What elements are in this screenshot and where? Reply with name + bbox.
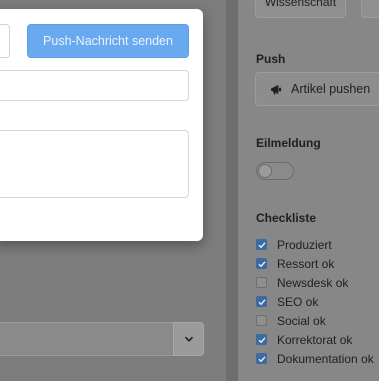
checklist-item[interactable]: SEO ok — [256, 292, 374, 311]
checklist-item-label: Ressort ok — [277, 256, 335, 271]
push-article-button[interactable]: Artikel pushen — [255, 72, 379, 106]
checkbox-checked[interactable] — [256, 334, 267, 345]
checklist-item-label: SEO ok — [277, 294, 319, 309]
toggle-knob — [258, 164, 272, 178]
checkbox-unchecked[interactable] — [256, 315, 267, 326]
checkmark-icon — [258, 241, 266, 248]
chevron-down-icon — [184, 336, 193, 342]
checkbox-checked[interactable] — [256, 353, 267, 364]
checkmark-icon — [258, 355, 266, 362]
checkbox-checked[interactable] — [256, 296, 267, 307]
checklist-item[interactable]: Korrektorat ok — [256, 330, 374, 349]
checkbox-checked[interactable] — [256, 239, 267, 250]
checklist-item-label: Social ok — [277, 313, 326, 328]
section-secondary-button[interactable] — [361, 0, 379, 18]
checklist: Produziert Ressort ok Newsdesk ok SEO ok Soc… — [256, 235, 374, 368]
checkmark-icon — [258, 298, 266, 305]
checklist-item-label: Produziert — [277, 237, 332, 252]
checklist-item[interactable]: Social ok — [256, 311, 374, 330]
checklist-item[interactable]: Ressort ok — [256, 254, 374, 273]
cancel-button[interactable] — [0, 24, 10, 58]
column-gutter — [226, 0, 238, 381]
checklist-item[interactable]: Dokumentation ok — [256, 349, 374, 368]
select-dropdown-button[interactable] — [173, 322, 204, 356]
breaking-news-toggle[interactable] — [256, 162, 294, 180]
push-title-input[interactable] — [0, 70, 189, 101]
push-section-label: Push — [256, 52, 286, 66]
send-push-button[interactable]: Push-Nachricht senden — [27, 24, 189, 58]
checklist-item-label: Dokumentation ok — [277, 351, 374, 366]
push-message-textarea[interactable] — [0, 130, 189, 198]
checklist-item[interactable]: Newsdesk ok — [256, 273, 374, 292]
checkmark-icon — [258, 336, 266, 343]
send-push-label: Push-Nachricht senden — [43, 34, 173, 48]
checkbox-unchecked[interactable] — [256, 277, 267, 288]
checkmark-icon — [258, 260, 266, 267]
breaking-news-label: Eilmeldung — [256, 136, 321, 150]
checkbox-checked[interactable] — [256, 258, 267, 269]
section-wissenschaft-button[interactable]: Wissenschaft — [255, 0, 346, 18]
checklist-item-label: Korrektorat ok — [277, 332, 353, 347]
checklist-item-label: Newsdesk ok — [277, 275, 349, 290]
checklist-item[interactable]: Produziert — [256, 235, 374, 254]
checklist-label: Checkliste — [256, 211, 317, 225]
push-article-label: Artikel pushen — [291, 82, 371, 96]
push-dialog: Push-Nachricht senden — [0, 9, 203, 241]
section-button-label: Wissenschaft — [264, 0, 337, 9]
megaphone-icon — [270, 84, 282, 95]
